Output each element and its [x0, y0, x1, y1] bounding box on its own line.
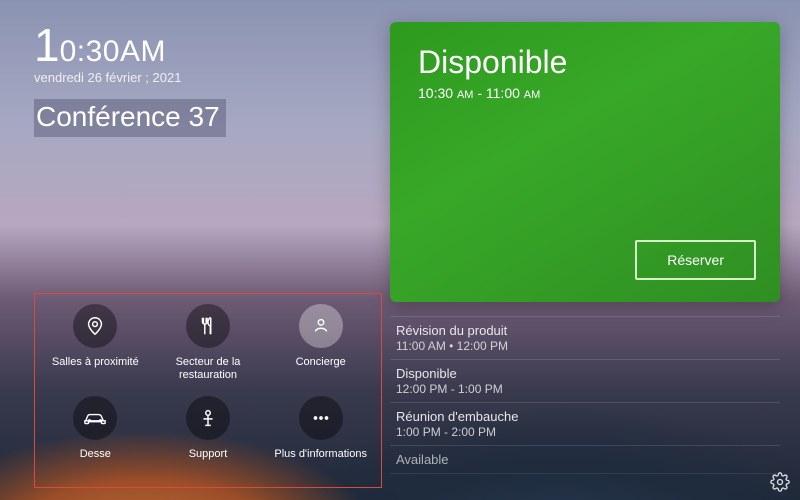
- quick-action-label: Salles à proximité: [52, 356, 139, 369]
- quick-action-label: Concierge: [296, 356, 346, 369]
- quick-action-concierge[interactable]: Concierge: [264, 300, 377, 392]
- reserve-button[interactable]: Réserver: [635, 240, 756, 280]
- range-start-ampm: AM: [457, 89, 474, 101]
- agenda-item-time: 12:00 PM - 1:00 PM: [396, 382, 774, 396]
- room-name: Conférence 37: [34, 99, 226, 137]
- car-icon: [73, 396, 117, 440]
- agenda-item-title: Réunion d'embauche: [396, 409, 774, 424]
- agenda-item-time: 1:00 PM - 2:00 PM: [396, 425, 774, 439]
- room-panel-screen: 10:30AM vendredi 26 février ; 2021 Confé…: [0, 0, 800, 500]
- clock-ampm: AM: [120, 35, 166, 68]
- concierge-icon: [299, 304, 343, 348]
- range-end-ampm: AM: [524, 89, 541, 101]
- availability-range: 10:30 AM - 11:00 AM: [418, 85, 752, 101]
- quick-action-label: Plus d'informations: [274, 448, 367, 461]
- quick-action-label: Support: [189, 448, 228, 461]
- support-icon: [186, 396, 230, 440]
- agenda-item-title: Révision du produit: [396, 323, 774, 338]
- quick-actions-panel: Salles à proximité Secteur de la restaur…: [34, 293, 382, 488]
- agenda-item[interactable]: Réunion d'embauche 1:00 PM - 2:00 PM: [390, 403, 780, 446]
- quick-action-label: Desse: [80, 448, 111, 461]
- agenda-item[interactable]: Available: [390, 446, 780, 474]
- agenda-item-title: Disponible: [396, 366, 774, 381]
- quick-action-support[interactable]: Support: [152, 392, 265, 484]
- more-icon: [299, 396, 343, 440]
- quick-action-label: Secteur de la restauration: [153, 356, 263, 381]
- availability-status: Disponible: [418, 44, 752, 81]
- quick-action-more[interactable]: Plus d'informations: [264, 392, 377, 484]
- pin-icon: [73, 304, 117, 348]
- agenda-list[interactable]: Révision du produit 11:00 AM • 12:00 PM …: [390, 316, 780, 474]
- availability-card: Disponible 10:30 AM - 11:00 AM Réserver: [390, 22, 780, 302]
- agenda-item[interactable]: Révision du produit 11:00 AM • 12:00 PM: [390, 316, 780, 360]
- quick-action-dining[interactable]: Secteur de la restauration: [152, 300, 265, 392]
- utensils-icon: [186, 304, 230, 348]
- agenda-item-title: Available: [396, 452, 774, 467]
- current-date: vendredi 26 février ; 2021: [34, 70, 226, 85]
- quick-action-nearby-rooms[interactable]: Salles à proximité: [39, 300, 152, 392]
- range-end: 11:00: [486, 85, 520, 101]
- clock-hour: 1: [34, 19, 60, 71]
- agenda-item[interactable]: Disponible 12:00 PM - 1:00 PM: [390, 360, 780, 403]
- range-start: 10:30: [418, 85, 453, 101]
- agenda-item-time: 11:00 AM • 12:00 PM: [396, 339, 774, 353]
- gear-icon: [770, 472, 790, 492]
- clock-rest: 0:30: [60, 35, 120, 68]
- range-sep: -: [477, 85, 486, 101]
- time-block: 10:30AM vendredi 26 février ; 2021 Confé…: [34, 22, 226, 137]
- settings-button[interactable]: [770, 472, 790, 492]
- quick-action-car[interactable]: Desse: [39, 392, 152, 484]
- clock: 10:30AM: [34, 22, 226, 68]
